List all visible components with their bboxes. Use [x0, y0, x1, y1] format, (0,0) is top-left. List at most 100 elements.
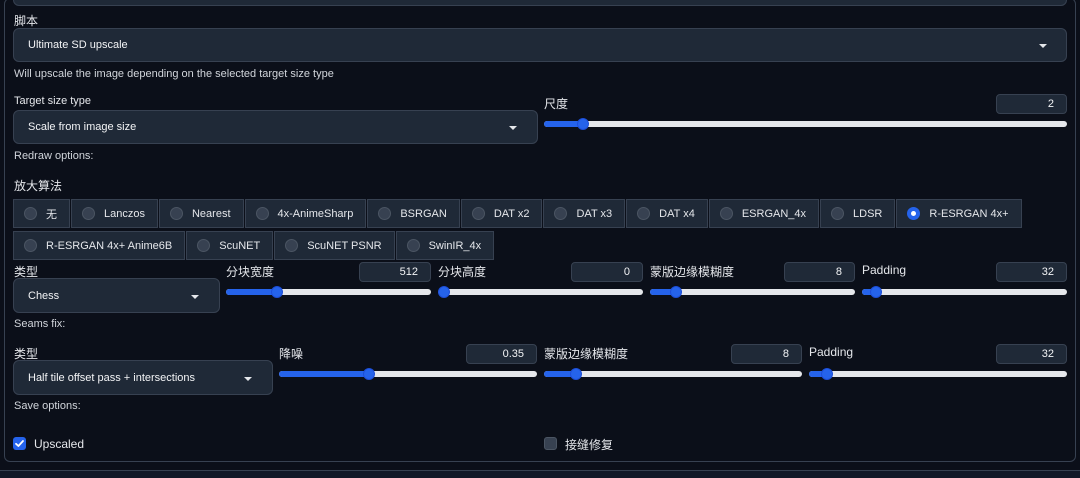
seams-type-dropdown[interactable]: Half tile offset pass + intersections — [13, 360, 273, 395]
slider-handle[interactable] — [669, 286, 682, 298]
chevron-down-icon — [509, 126, 517, 130]
upscaler-option[interactable]: BSRGAN — [367, 199, 460, 228]
mask-blur-slider[interactable] — [650, 285, 855, 298]
tile-height-label: 分块高度 — [438, 265, 487, 279]
script-selected: Ultimate SD upscale — [28, 39, 128, 51]
chevron-down-icon — [191, 295, 199, 299]
redraw-options-label: Redraw options: — [14, 150, 94, 162]
radio-icon — [169, 207, 183, 220]
seams-mask-blur-label: 蒙版边缘模糊度 — [544, 347, 629, 361]
scale-label: 尺度 — [544, 97, 569, 111]
target-size-label: Target size type — [14, 95, 92, 107]
upscaler-option[interactable]: LDSR — [820, 199, 896, 228]
denoise-slider[interactable] — [279, 367, 537, 380]
denoise-input[interactable]: 0.35 — [466, 344, 537, 364]
radio-icon — [82, 207, 95, 220]
radio-icon — [197, 239, 211, 252]
upscaler-option-label: DAT x3 — [576, 207, 613, 220]
upscaled-checkbox[interactable] — [13, 437, 26, 450]
redraw-type-selected: Chess — [28, 289, 60, 302]
radio-icon — [255, 207, 269, 220]
upscaler-option[interactable]: Nearest — [158, 199, 244, 228]
tile-width-label: 分块宽度 — [226, 265, 275, 279]
seams-mask-blur-input[interactable]: 8 — [731, 344, 802, 364]
upscaler-option[interactable]: ScuNET — [186, 231, 274, 260]
mask-blur-label: 蒙版边缘模糊度 — [650, 265, 735, 279]
radio-icon — [719, 207, 733, 220]
upscaler-label: 放大算法 — [14, 179, 63, 193]
tile-width-input[interactable]: 512 — [359, 262, 431, 282]
slider-handle[interactable] — [570, 368, 583, 380]
upscaler-option[interactable]: R-ESRGAN 4x+ Anime6B — [13, 231, 186, 260]
seams-padding-slider[interactable] — [809, 367, 1067, 380]
upscaler-option-label: 无 — [46, 208, 57, 221]
radio-icon — [554, 207, 568, 220]
script-description: Will upscale the image depending on the … — [14, 68, 334, 80]
seams-fix-save-label[interactable]: 接缝修复 — [565, 436, 613, 453]
scale-input[interactable]: 2 — [996, 94, 1067, 114]
upscaler-option[interactable]: SwinIR_4x — [395, 231, 495, 260]
seams-padding-input[interactable]: 32 — [996, 344, 1067, 364]
upscaler-option-label: Nearest — [191, 207, 231, 220]
tile-height-input[interactable]: 0 — [571, 262, 643, 282]
upscaled-label[interactable]: Upscaled — [34, 437, 84, 451]
radio-icon — [637, 207, 651, 220]
chevron-down-icon — [1039, 44, 1047, 48]
radio-icon — [285, 239, 299, 252]
tile-height-slider[interactable] — [438, 285, 643, 298]
scale-slider[interactable] — [544, 117, 1067, 130]
mask-blur-input[interactable]: 8 — [784, 262, 855, 282]
padding-slider[interactable] — [862, 285, 1067, 298]
upscaler-option[interactable]: DAT x3 — [543, 199, 626, 228]
upscaler-option[interactable]: ScuNET PSNR — [274, 231, 395, 260]
upscaler-option[interactable]: 4x-AnimeSharp — [244, 199, 367, 228]
seams-padding-label: Padding — [809, 345, 854, 359]
slider-handle[interactable] — [363, 368, 376, 380]
upscaler-option[interactable]: DAT x2 — [460, 199, 543, 228]
padding-input[interactable]: 32 — [996, 262, 1067, 282]
upscaler-radio-group-row2: R-ESRGAN 4x+ Anime6B ScuNET ScuNET PSNR Swi… — [13, 231, 495, 260]
radio-icon — [471, 207, 485, 220]
radio-icon — [24, 207, 37, 220]
radio-icon — [406, 239, 420, 252]
upscaler-option-label: R-ESRGAN 4x+ — [929, 207, 1009, 220]
check-icon — [15, 440, 24, 447]
upscaler-option-label: ESRGAN_4x — [741, 207, 807, 220]
upscaler-option-label: ScuNET PSNR — [307, 239, 382, 252]
script-dropdown[interactable]: Ultimate SD upscale — [13, 28, 1067, 62]
upscaler-radio-group: 无 Lanczos Nearest 4x-AnimeSharp BSRGAN DAT x2… — [13, 199, 1023, 228]
tile-width-slider[interactable] — [226, 285, 431, 298]
script-label: 脚本 — [14, 14, 39, 28]
chevron-down-icon — [244, 377, 252, 381]
upscaler-option-label: LDSR — [853, 207, 883, 220]
upscaler-option-label: BSRGAN — [400, 207, 447, 220]
upscaler-option[interactable]: ESRGAN_4x — [708, 199, 820, 228]
save-options-label: Save options: — [14, 400, 81, 412]
padding-label: Padding — [862, 263, 907, 277]
seams-type-selected: Half tile offset pass + intersections — [28, 371, 196, 384]
radio-icon — [24, 239, 37, 252]
slider-handle[interactable] — [577, 118, 590, 130]
upscaler-option-label: DAT x2 — [493, 207, 530, 220]
upscaler-option-label: Lanczos — [104, 207, 145, 220]
seams-fix-checkbox[interactable] — [544, 437, 557, 450]
radio-icon — [831, 207, 845, 220]
upscaler-option[interactable]: DAT x4 — [626, 199, 708, 228]
slider-handle[interactable] — [821, 368, 834, 380]
slider-handle[interactable] — [870, 286, 883, 298]
slider-handle[interactable] — [438, 286, 450, 298]
radio-icon — [907, 207, 921, 220]
upscaler-option[interactable]: R-ESRGAN 4x+ — [896, 199, 1022, 228]
radio-icon — [378, 207, 392, 220]
upscaler-option[interactable]: Lanczos — [71, 199, 158, 228]
upscaler-option[interactable]: 无 — [13, 199, 70, 228]
target-size-dropdown[interactable]: Scale from image size — [13, 110, 538, 144]
upscaler-option-label: SwinIR_4x — [428, 239, 482, 252]
upscaler-option-label: 4x-AnimeSharp — [277, 207, 354, 220]
redraw-type-dropdown[interactable]: Chess — [13, 278, 220, 313]
upscaler-option-label: DAT x4 — [659, 207, 695, 220]
denoise-label: 降噪 — [279, 347, 304, 361]
upscaler-option-label: ScuNET — [219, 239, 261, 252]
slider-handle[interactable] — [271, 286, 284, 298]
seams-mask-blur-slider[interactable] — [544, 367, 802, 380]
